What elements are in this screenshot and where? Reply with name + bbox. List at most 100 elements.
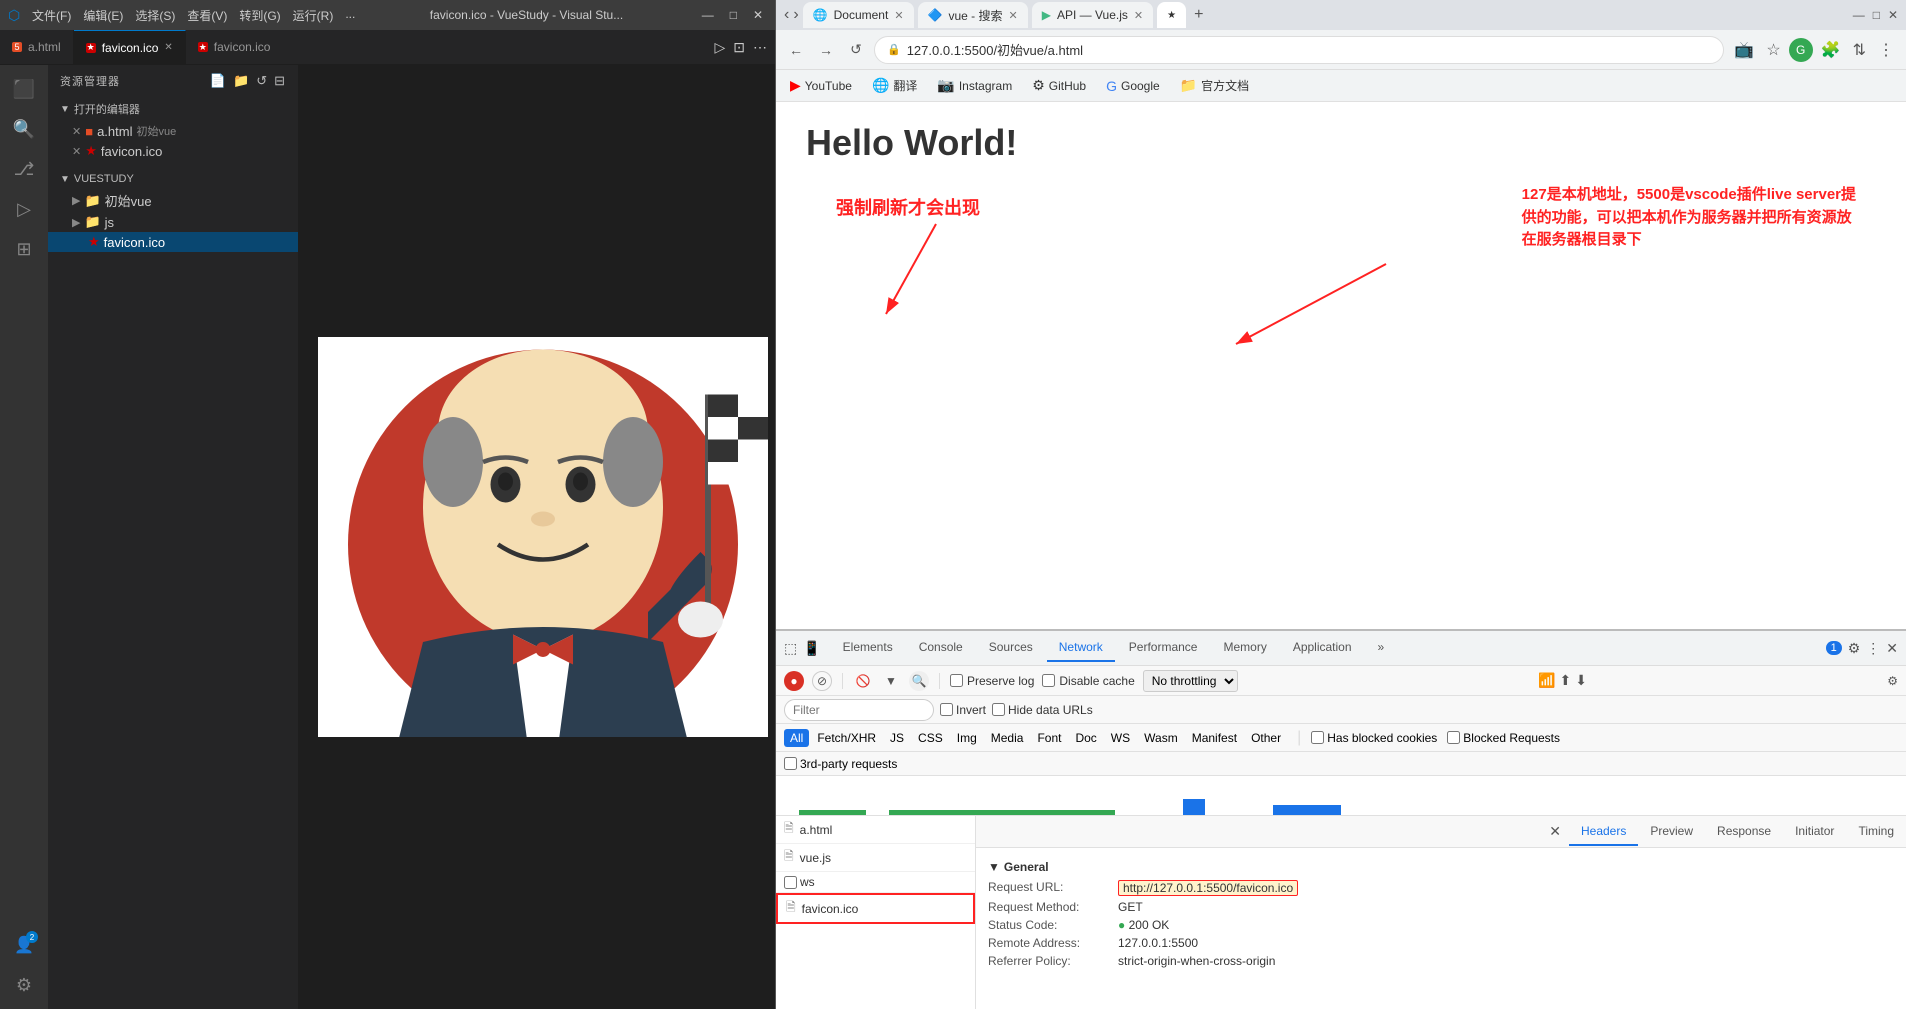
- tree-js[interactable]: ▶ 📁 js: [48, 212, 298, 232]
- new-folder-icon[interactable]: 📁: [233, 73, 250, 89]
- new-tab-button[interactable]: +: [1194, 6, 1203, 24]
- activity-git[interactable]: ⎇: [8, 153, 40, 185]
- vue-tab-close[interactable]: ✕: [1009, 9, 1018, 22]
- minimize-button[interactable]: —: [698, 8, 718, 22]
- bookmark-translate[interactable]: 🌐 翻译: [866, 75, 923, 96]
- close-editor-icon[interactable]: ✕: [72, 125, 81, 138]
- tab-console[interactable]: Console: [907, 634, 975, 662]
- throttle-dropdown[interactable]: No throttling: [1143, 670, 1238, 692]
- tab-performance[interactable]: Performance: [1117, 634, 1210, 662]
- tab-memory[interactable]: Memory: [1211, 634, 1278, 662]
- tab-ahtml[interactable]: 5 a.html: [0, 30, 74, 65]
- window-controls[interactable]: — □ ✕: [698, 8, 767, 22]
- filter-fetch-xhr[interactable]: Fetch/XHR: [811, 729, 882, 747]
- bookmark-instagram[interactable]: 📷 Instagram: [931, 75, 1018, 96]
- devtools-settings2-icon[interactable]: ⚙: [1887, 674, 1898, 688]
- filter-media[interactable]: Media: [985, 729, 1030, 747]
- third-party-input[interactable]: [784, 757, 797, 770]
- record-button[interactable]: ●: [784, 671, 804, 691]
- filter-js[interactable]: JS: [884, 729, 910, 747]
- network-filter-input[interactable]: [784, 699, 934, 721]
- details-tab-preview[interactable]: Preview: [1638, 818, 1705, 846]
- ws-checkbox[interactable]: ws: [784, 875, 815, 889]
- browser-window-controls[interactable]: — □ ✕: [1853, 8, 1898, 22]
- refresh-icon[interactable]: ↺: [256, 73, 268, 89]
- tab-more[interactable]: »: [1366, 634, 1397, 662]
- filter-manifest[interactable]: Manifest: [1186, 729, 1243, 747]
- menu-more[interactable]: ...: [345, 7, 355, 24]
- activity-remote[interactable]: 👤 2: [8, 929, 40, 961]
- filter-other[interactable]: Other: [1245, 729, 1287, 747]
- browser-minimize-button[interactable]: —: [1853, 8, 1865, 22]
- upload-icon[interactable]: ⬆: [1559, 672, 1571, 689]
- tab-elements[interactable]: Elements: [831, 634, 905, 662]
- back-button[interactable]: ←: [784, 38, 808, 62]
- menu-run[interactable]: 运行(R): [293, 7, 334, 24]
- split-editor-button[interactable]: ⊡: [733, 39, 745, 56]
- hide-data-urls-checkbox[interactable]: Hide data URLs: [992, 703, 1093, 717]
- invert-checkbox[interactable]: Invert: [940, 703, 986, 717]
- request-item-favicon[interactable]: 🗎 favicon.ico: [776, 893, 975, 924]
- profile-icon[interactable]: G: [1789, 38, 1813, 62]
- blocked-requests-input[interactable]: [1447, 731, 1460, 744]
- preserve-log-checkbox[interactable]: Preserve log: [950, 674, 1034, 688]
- browser-tab-vue[interactable]: 🔷 vue - 搜索 ✕: [918, 2, 1028, 28]
- details-tab-headers[interactable]: Headers: [1569, 818, 1638, 846]
- browser-toolbar-actions[interactable]: 📺 ☆ G 🧩 ⇅ ⋮: [1730, 38, 1898, 62]
- maximize-button[interactable]: □: [726, 8, 741, 22]
- open-editor-favicon[interactable]: ✕ ★ favicon.ico: [48, 141, 298, 161]
- menu-view[interactable]: 查看(V): [187, 7, 227, 24]
- filter-ws[interactable]: WS: [1105, 729, 1136, 747]
- tab-sources[interactable]: Sources: [977, 634, 1045, 662]
- activity-extensions[interactable]: ⊞: [8, 233, 40, 265]
- filter-doc[interactable]: Doc: [1069, 729, 1102, 747]
- menu-file[interactable]: 文件(F): [32, 7, 71, 24]
- close-editor2-icon[interactable]: ✕: [72, 145, 81, 158]
- devtools-more-icon[interactable]: ⋮: [1866, 640, 1880, 657]
- request-item-ws[interactable]: ws: [776, 872, 975, 893]
- menu-bar[interactable]: 文件(F) 编辑(E) 选择(S) 查看(V) 转到(G) 运行(R) ...: [32, 7, 355, 24]
- details-tab-timing[interactable]: Timing: [1846, 818, 1906, 846]
- devtools-inspect-icon[interactable]: ⬚: [784, 640, 797, 657]
- disable-cache-checkbox[interactable]: Disable cache: [1042, 674, 1134, 688]
- menu-goto[interactable]: 转到(G): [239, 7, 280, 24]
- bookmark-github[interactable]: ⚙ GitHub: [1026, 75, 1092, 96]
- preserve-log-input[interactable]: [950, 674, 963, 687]
- close-button[interactable]: ✕: [749, 8, 767, 22]
- bookmark-official-docs[interactable]: 📁 官方文档: [1174, 75, 1255, 96]
- document-tab-close[interactable]: ✕: [894, 9, 903, 22]
- activity-run[interactable]: ▷: [8, 193, 40, 225]
- blocked-requests-checkbox[interactable]: Blocked Requests: [1447, 731, 1560, 745]
- hide-data-urls-input[interactable]: [992, 703, 1005, 716]
- devtools-close-icon[interactable]: ✕: [1886, 640, 1898, 657]
- more-actions-button[interactable]: ⋯: [753, 39, 767, 56]
- tab-favicon[interactable]: ★ favicon.ico ✕: [74, 30, 186, 65]
- menu-select[interactable]: 选择(S): [135, 7, 175, 24]
- ws-input[interactable]: [784, 876, 797, 889]
- clear-button[interactable]: 🚫: [853, 671, 873, 691]
- bookmark-google[interactable]: G Google: [1100, 76, 1166, 96]
- disable-cache-input[interactable]: [1042, 674, 1055, 687]
- filter-button[interactable]: ▼: [881, 671, 901, 691]
- tab-network[interactable]: Network: [1047, 634, 1115, 662]
- open-editor-ahtml[interactable]: ✕ ■ a.html 初始vue: [48, 121, 298, 141]
- download-icon[interactable]: ⬇: [1575, 672, 1587, 689]
- has-blocked-cookies-input[interactable]: [1311, 731, 1324, 744]
- browser-maximize-button[interactable]: □: [1873, 8, 1880, 22]
- menu-edit[interactable]: 编辑(E): [83, 7, 123, 24]
- stop-button[interactable]: ⊘: [812, 671, 832, 691]
- tree-chuishivue[interactable]: ▶ 📁 初始vue: [48, 189, 298, 212]
- activity-settings[interactable]: ⚙: [8, 969, 40, 1001]
- request-item-vuejs[interactable]: 🗎 vue.js: [776, 844, 975, 872]
- search-network-button[interactable]: 🔍: [909, 671, 929, 691]
- invert-input[interactable]: [940, 703, 953, 716]
- devtools-actions[interactable]: 1 ⚙ ⋮ ✕: [1826, 640, 1898, 657]
- cast-icon[interactable]: 📺: [1730, 38, 1758, 62]
- api-tab-close[interactable]: ✕: [1134, 9, 1143, 22]
- explorer-actions[interactable]: 📄 📁 ↺ ⊟: [210, 73, 286, 89]
- activity-explorer[interactable]: ⬛: [8, 73, 40, 105]
- reload-button[interactable]: ↺: [844, 38, 868, 62]
- browser-tab-document[interactable]: 🌐 Document ✕: [803, 2, 914, 28]
- sync-icon[interactable]: ⇅: [1849, 38, 1870, 62]
- new-file-icon[interactable]: 📄: [210, 73, 227, 89]
